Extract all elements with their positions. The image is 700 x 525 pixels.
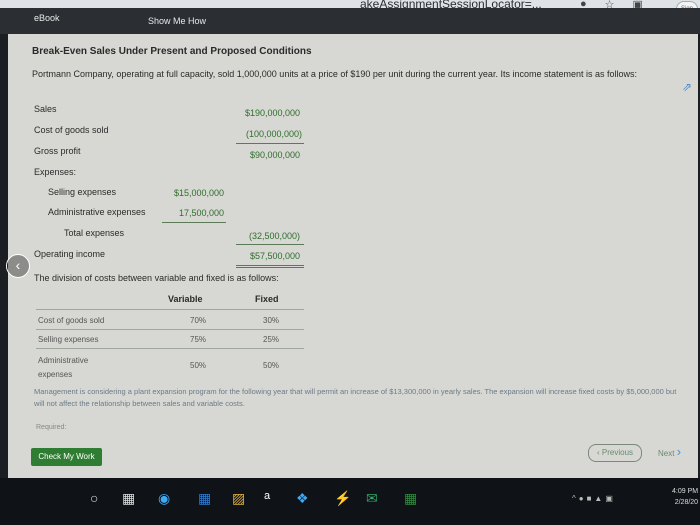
row-admin-fixed: 50% <box>263 361 280 370</box>
chevron-right-icon: › <box>676 444 682 459</box>
row-cogs-fixed: 30% <box>263 316 280 325</box>
taskbar-clock[interactable]: 4:09 PM 2/28/20 <box>672 486 698 508</box>
excel-icon[interactable]: ▦ <box>404 490 417 507</box>
table-divider <box>36 329 304 330</box>
clock-time: 4:09 PM <box>672 488 699 495</box>
row-selling-variable: 75% <box>190 335 207 344</box>
cursor-icon: ⇗ <box>682 80 693 94</box>
required-label: Required: <box>36 424 67 431</box>
row-selling-label: Selling expenses <box>38 335 99 344</box>
management-text: Management is considering a plant expans… <box>34 387 677 408</box>
total-expenses-label: Total expenses <box>64 228 125 238</box>
next-label: Next <box>658 449 675 458</box>
operating-income-value: $57,500,000 <box>249 251 300 261</box>
search-icon[interactable]: ○ <box>90 490 98 506</box>
col-variable-header: Variable <box>168 294 203 304</box>
operating-income-label: Operating income <box>34 249 106 259</box>
page-title: Break-Even Sales Under Present and Propo… <box>32 46 312 57</box>
division-text: The division of costs between variable a… <box>34 273 279 283</box>
sales-value: $190,000,000 <box>244 108 300 118</box>
table-divider <box>36 309 304 310</box>
calendar-icon[interactable]: ▦ <box>198 490 211 507</box>
os-taskbar: ○ ▦ ◉ ▦ ▨ a ❖ ⚡ ✉ ▦ ^●■▲▣ 4:09 PM 2/28/2… <box>0 478 700 525</box>
gross-profit-value: $90,000,000 <box>249 150 300 160</box>
app-header: eBook Show Me How <box>0 8 700 34</box>
problem-intro: Portmann Company, operating at full capa… <box>32 69 637 79</box>
mail-icon[interactable]: ✉ <box>366 490 378 507</box>
selling-expenses-value: $15,000,000 <box>173 188 224 198</box>
next-button[interactable]: Next › <box>658 444 681 459</box>
admin-expenses-value: 17,500,000 <box>178 208 224 218</box>
table-divider <box>36 348 304 349</box>
system-tray[interactable]: ^●■▲▣ <box>572 494 616 503</box>
check-my-work-button[interactable]: Check My Work <box>31 448 102 466</box>
col-fixed-header: Fixed <box>255 294 279 304</box>
previous-button[interactable]: ‹ Previous <box>588 444 643 462</box>
gross-profit-label: Gross profit <box>34 146 81 156</box>
cogs-label: Cost of goods sold <box>34 125 109 135</box>
cogs-underline <box>236 143 304 144</box>
dropbox-icon[interactable]: ❖ <box>296 490 309 507</box>
row-cogs-label: Cost of goods sold <box>38 316 105 325</box>
cogs-value: (100,000,000) <box>245 129 302 139</box>
bolt-icon[interactable]: ⚡ <box>334 490 351 507</box>
row-admin-variable: 50% <box>190 361 207 370</box>
previous-label: Previous <box>601 448 634 457</box>
selling-expenses-label: Selling expenses <box>48 187 117 197</box>
sales-label: Sales <box>34 104 57 114</box>
total-expenses-underline <box>236 244 304 245</box>
tab-show-me-how[interactable]: Show Me How <box>148 16 206 26</box>
admin-underline <box>162 222 226 223</box>
tab-ebook[interactable]: eBook <box>34 13 60 23</box>
admin-expenses-label: Administrative expenses <box>48 207 146 217</box>
total-expenses-value: (32,500,000) <box>248 231 300 241</box>
back-arrow-icon[interactable]: ‹ <box>6 254 30 278</box>
expenses-label: Expenses: <box>34 167 77 177</box>
amazon-icon[interactable]: a <box>264 490 270 502</box>
row-admin-label: Administrative expenses <box>38 356 89 379</box>
problem-panel: Break-Even Sales Under Present and Propo… <box>6 34 698 478</box>
row-selling-fixed: 25% <box>263 335 280 344</box>
clock-date: 2/28/20 <box>674 499 699 506</box>
operating-income-underline <box>236 265 304 266</box>
task-view-icon[interactable]: ▦ <box>122 490 135 507</box>
row-cogs-variable: 70% <box>190 316 207 325</box>
browser-toolbar: akeAssignmentSessionLocator=... ● ☆ ▣ Si… <box>0 0 700 17</box>
browser-icon[interactable]: ◉ <box>158 490 170 507</box>
operating-income-double-underline <box>236 267 304 268</box>
folder-icon[interactable]: ▨ <box>232 490 245 507</box>
